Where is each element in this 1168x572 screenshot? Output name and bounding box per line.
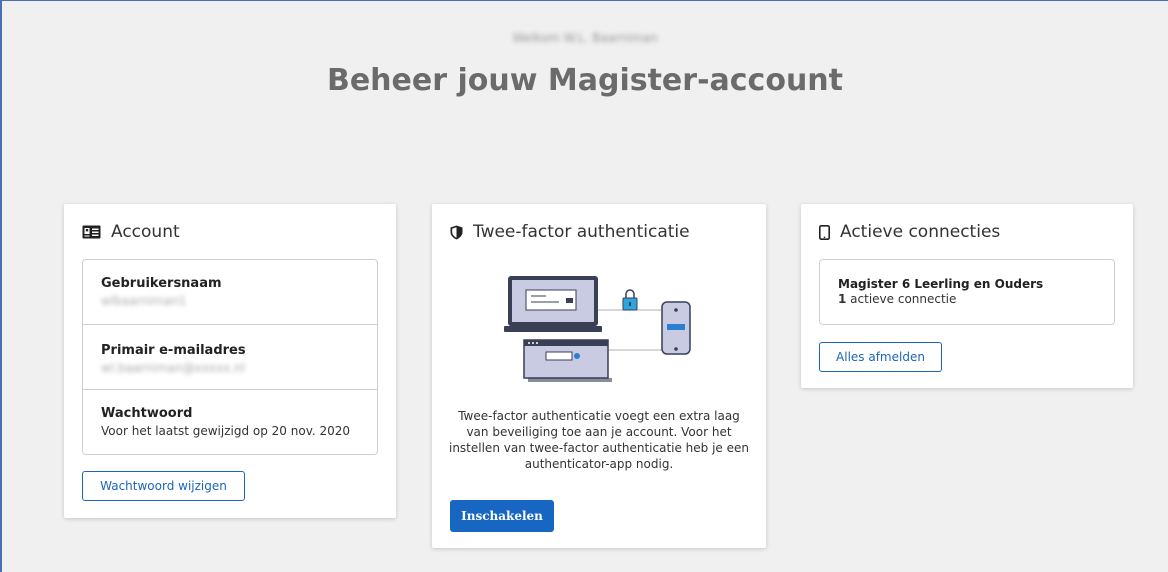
account-card-header: Account	[82, 222, 180, 242]
connections-card-title: Actieve connecties	[840, 222, 1001, 242]
email-row: Primair e-mailadres wl.baarniman@xxxxx.n…	[83, 325, 377, 390]
account-card: Account Gebruikersnaam wlbaarniman1 Prim…	[64, 204, 396, 518]
sign-out-all-button[interactable]: Alles afmelden	[819, 342, 942, 372]
twofa-illustration	[504, 272, 704, 388]
change-password-button[interactable]: Wachtwoord wijzigen	[82, 471, 245, 501]
connections-card: Actieve connecties Magister 6 Leerling e…	[801, 204, 1133, 388]
enable-2fa-button[interactable]: Inschakelen	[450, 500, 554, 532]
connection-item: Magister 6 Leerling en Ouders 1 actieve …	[819, 259, 1115, 325]
shield-icon	[450, 225, 463, 240]
connections-card-header: Actieve connecties	[819, 222, 1000, 242]
twofa-card: Twee-factor authenticatie Twee-factor au…	[432, 204, 766, 548]
greeting-text: Welkom W.L. Baarniman	[512, 31, 658, 45]
twofa-card-title: Twee-factor authenticatie	[473, 222, 690, 242]
username-label: Gebruikersnaam	[101, 276, 222, 291]
twofa-description: Twee-factor authenticatie voegt een extr…	[448, 409, 750, 471]
account-details-list: Gebruikersnaam wlbaarniman1 Primair e-ma…	[82, 259, 378, 455]
id-card-icon	[82, 225, 101, 239]
page-title: Beheer jouw Magister-account	[326, 63, 844, 98]
password-label: Wachtwoord	[101, 406, 193, 421]
connection-count-label: actieve connectie	[846, 292, 957, 306]
username-value: wlbaarniman1	[101, 294, 187, 308]
connection-app-name: Magister 6 Leerling en Ouders	[838, 277, 1044, 291]
password-row: Wachtwoord Voor het laatst gewijzigd op …	[83, 390, 377, 454]
email-label: Primair e-mailadres	[101, 343, 246, 358]
password-last-changed: Voor het laatst gewijzigd op 20 nov. 202…	[101, 424, 351, 438]
phone-icon	[819, 224, 830, 240]
username-row: Gebruikersnaam wlbaarniman1	[83, 260, 377, 325]
email-value: wl.baarniman@xxxxx.nl	[101, 361, 245, 375]
connection-count: 1 actieve connectie	[838, 292, 1096, 306]
greeting: Welkom W.L. Baarniman	[2, 31, 1168, 45]
twofa-card-header: Twee-factor authenticatie	[450, 222, 690, 242]
account-card-title: Account	[111, 222, 180, 242]
